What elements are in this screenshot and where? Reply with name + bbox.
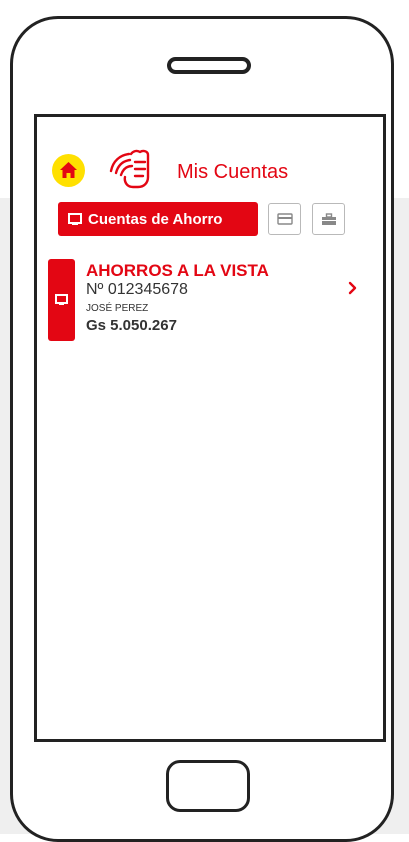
- phone-home-button: [166, 760, 250, 812]
- home-icon[interactable]: [52, 154, 85, 187]
- phone-speaker: [167, 57, 251, 74]
- savings-icon: [68, 212, 82, 226]
- tab-cuentas-de-ahorro[interactable]: Cuentas de Ahorro: [58, 202, 258, 236]
- briefcase-icon: [321, 212, 337, 226]
- account-holder: JOSÉ PEREZ: [86, 303, 149, 314]
- phone-screen: Mis Cuentas Cuentas de Ahorro AHORROS A …: [34, 114, 386, 742]
- page-title: Mis Cuentas: [177, 161, 289, 183]
- account-type: AHORROS A LA VISTA: [86, 261, 269, 280]
- chevron-right-icon[interactable]: [348, 281, 358, 300]
- account-balance: Gs 5.050.267: [86, 317, 177, 334]
- tab-briefcase[interactable]: [312, 203, 345, 235]
- wave-hand-icon: [107, 147, 161, 196]
- savings-icon: [55, 294, 68, 306]
- account-tag: [48, 259, 75, 341]
- tab-credit-card[interactable]: [268, 203, 301, 235]
- account-number: Nº 012345678: [86, 281, 188, 298]
- credit-card-icon: [276, 213, 293, 225]
- tab-label: Cuentas de Ahorro: [88, 210, 223, 228]
- account-list-item[interactable]: AHORROS A LA VISTA Nº 012345678 JOSÉ PER…: [48, 259, 368, 343]
